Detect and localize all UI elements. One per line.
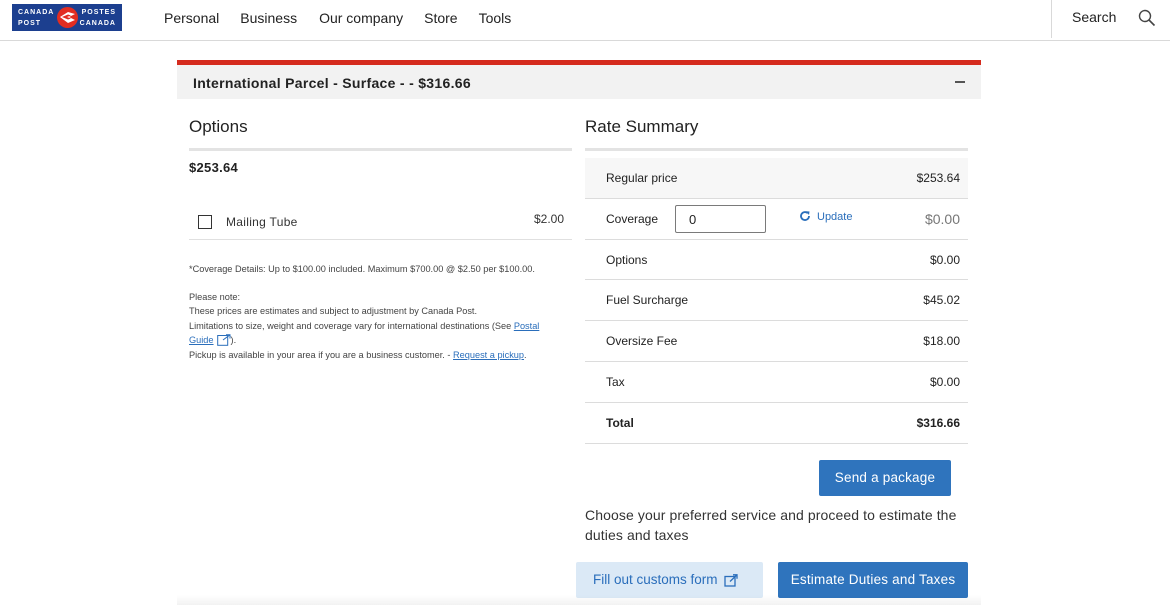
rate-row-oversize-fee: Oversize Fee $18.00 [585, 321, 968, 362]
divider [585, 148, 968, 151]
nav-item-our-company[interactable]: Our company [319, 10, 403, 26]
rate-row-fuel-surcharge: Fuel Surcharge $45.02 [585, 280, 968, 322]
rate-label: Tax [606, 374, 625, 389]
rate-row-coverage: Coverage 0 Update $0.00 [585, 199, 968, 240]
rate-label: Fuel Surcharge [606, 293, 689, 308]
divider [189, 148, 572, 151]
update-label: Update [817, 210, 853, 223]
option-label: Mailing Tube [226, 215, 298, 229]
coverage-details: *Coverage Details: Up to $100.00 include… [189, 264, 535, 274]
main-nav: Personal Business Our company Store Tool… [164, 0, 532, 36]
customs-form-label: Fill out customs form [593, 572, 718, 587]
limitations-suffix: ). [230, 335, 237, 345]
minus-icon[interactable] [955, 81, 965, 83]
pickup-note: Pickup is available in your area if you … [189, 348, 574, 363]
nav-item-business[interactable]: Business [240, 10, 297, 26]
rate-summary-table: Regular price $253.64 Coverage 0 Update … [585, 158, 968, 444]
mailing-tube-checkbox[interactable] [198, 215, 212, 229]
rate-row-total: Total $316.66 [585, 403, 968, 444]
search-label: Search [1072, 9, 1117, 25]
please-note-label: Please note: [189, 291, 241, 302]
estimates-note: These prices are estimates and subject t… [189, 306, 478, 316]
rate-label: Total [606, 415, 634, 430]
rate-value: $18.00 [923, 334, 960, 349]
fill-customs-form-button[interactable]: Fill out customs form [576, 562, 763, 598]
rate-value: $253.64 [916, 171, 960, 185]
service-section-header[interactable]: International Parcel - Surface - - $316.… [177, 65, 981, 99]
postal-guide-link[interactable]: Guide [189, 335, 214, 345]
option-row-mailing-tube[interactable]: Mailing Tube $2.00 [189, 205, 572, 240]
service-title: International Parcel - Surface - - $316.… [193, 75, 471, 91]
options-heading: Options [189, 117, 248, 136]
rate-value: $45.02 [923, 293, 960, 308]
nav-item-tools[interactable]: Tools [479, 10, 512, 26]
rate-value: $0.00 [929, 374, 960, 389]
rate-row-tax: Tax $0.00 [585, 362, 968, 403]
canada-post-logo[interactable]: CANADA POST POSTES CANADA [12, 4, 122, 31]
base-price: $253.64 [189, 160, 239, 175]
search-button[interactable]: Search [1051, 0, 1170, 38]
logo-text: CANADA [79, 20, 116, 27]
rate-summary-heading: Rate Summary [585, 117, 699, 136]
refresh-icon [800, 210, 810, 221]
limitations-text: Limitations to size, weight and coverage… [189, 320, 514, 331]
rate-row-options: Options $0.00 [585, 240, 968, 281]
search-icon [1138, 9, 1156, 27]
external-link-icon[interactable] [216, 334, 231, 346]
send-package-button[interactable]: Send a package [819, 460, 951, 496]
logo-text: POST [18, 20, 42, 27]
option-price: $2.00 [533, 212, 564, 226]
rate-label: Oversize Fee [606, 334, 678, 349]
nav-item-personal[interactable]: Personal [164, 10, 219, 26]
rate-label: Options [606, 252, 648, 267]
nav-item-store[interactable]: Store [424, 10, 457, 26]
scroll-shadow [177, 595, 981, 605]
notes-block: *Coverage Details: Up to $100.00 include… [189, 262, 574, 362]
estimate-duties-taxes-button[interactable]: Estimate Duties and Taxes [778, 562, 968, 598]
rate-label: Regular price [606, 171, 678, 185]
rate-label: Coverage [606, 211, 659, 226]
request-pickup-link[interactable]: Request a pickup [453, 350, 524, 360]
coverage-input[interactable]: 0 [675, 204, 766, 233]
external-link-icon [723, 574, 738, 587]
rate-row-regular-price: Regular price $253.64 [585, 158, 968, 199]
canada-post-emblem-icon [57, 7, 78, 28]
logo-text: CANADA [18, 9, 55, 16]
top-navigation-bar: CANADA POST POSTES CANADA Personal Busin… [0, 0, 1170, 41]
postal-guide-link[interactable]: Postal [514, 321, 540, 331]
coverage-value: $0.00 [924, 210, 960, 227]
pickup-text: Pickup is available in your area if you … [189, 349, 454, 360]
update-coverage-button[interactable]: Update [799, 210, 852, 223]
rate-value: $0.00 [929, 252, 960, 267]
duties-hint-text: Choose your preferred service and procee… [585, 507, 957, 543]
limitations-note: Limitations to size, weight and coverage… [189, 319, 574, 348]
pickup-suffix: . [524, 349, 527, 360]
logo-text: POSTES [81, 9, 116, 16]
total-value: $316.66 [916, 415, 960, 430]
